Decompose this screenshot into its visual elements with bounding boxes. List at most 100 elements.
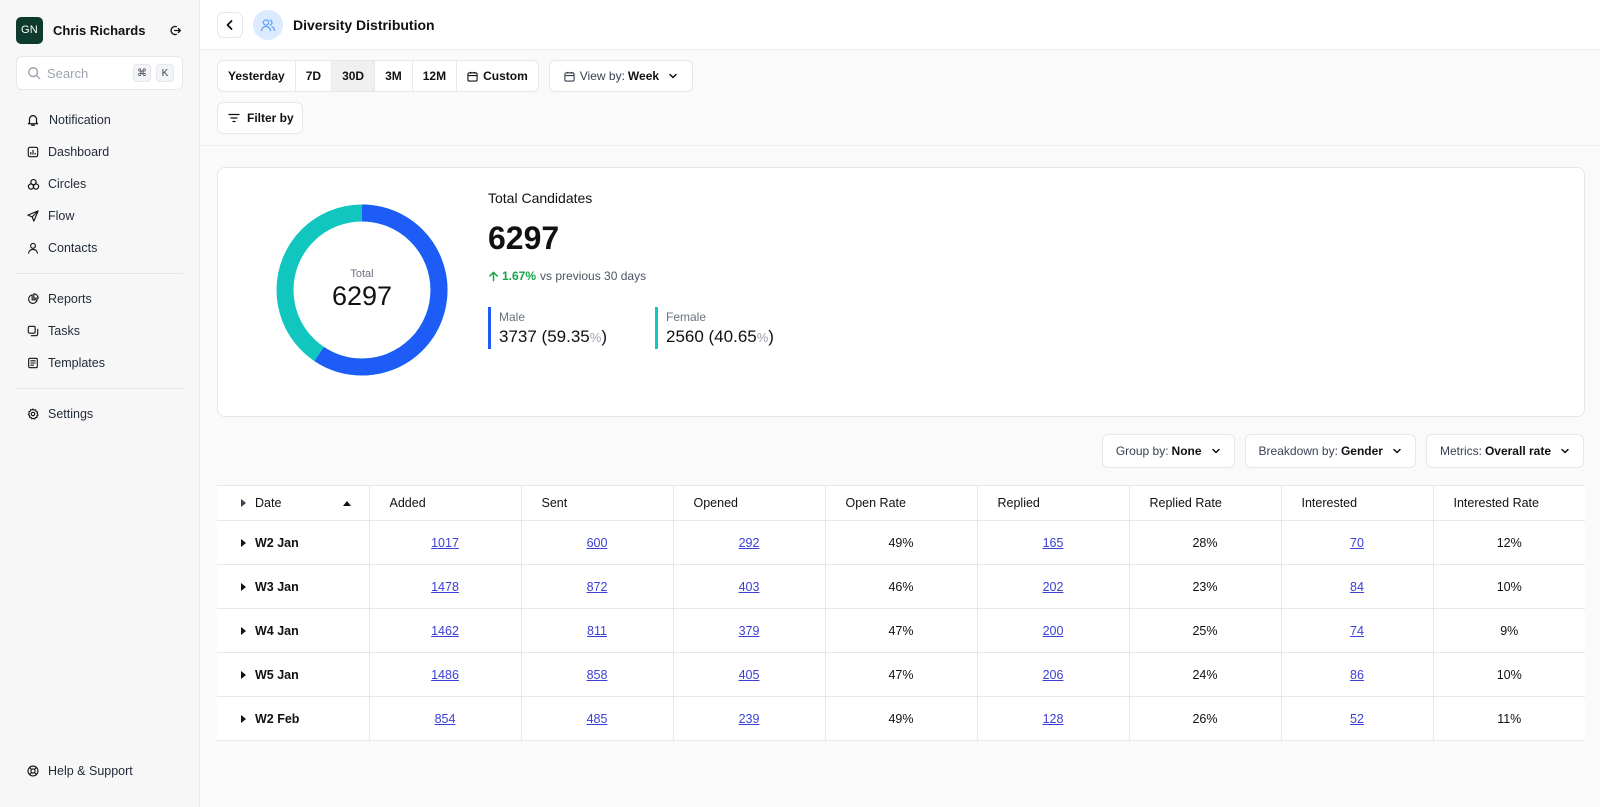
range-3m-button[interactable]: 3M — [375, 61, 413, 91]
sidebar-item-contacts[interactable]: Contacts — [16, 232, 183, 264]
opened-link[interactable]: 239 — [739, 712, 760, 726]
arrow-up-icon — [488, 271, 499, 282]
row-date-cell[interactable]: W2 Feb — [217, 696, 370, 741]
metrics-label: Metrics: — [1439, 444, 1482, 458]
replied-link[interactable]: 200 — [1043, 624, 1064, 638]
search-input[interactable]: Search ⌘ K — [16, 56, 183, 90]
interested-link[interactable]: 86 — [1350, 668, 1364, 682]
avatar[interactable]: GN — [16, 16, 43, 44]
sidebar-item-circles[interactable]: Circles — [16, 168, 183, 200]
row-date-cell[interactable]: W4 Jan — [217, 608, 370, 653]
back-button[interactable] — [217, 11, 243, 38]
range-30d-button[interactable]: 30D — [332, 61, 376, 91]
group-by-dropdown[interactable]: Group by: None — [1101, 434, 1235, 468]
percent-sign: % — [589, 329, 602, 345]
male-count: 3737 (59.35 — [499, 326, 590, 346]
column-header-open-rate[interactable]: Open Rate — [825, 485, 978, 521]
filter-button[interactable]: Filter by — [217, 102, 303, 134]
table-row: W4 Jan 1462 811 379 47% 200 25% 74 9% — [217, 608, 1585, 653]
row-date-cell[interactable]: W3 Jan — [217, 564, 370, 609]
sent-link[interactable]: 600 — [587, 536, 608, 550]
view-by-value: Week — [627, 69, 660, 83]
k-key: K — [156, 64, 174, 82]
replied-link[interactable]: 128 — [1043, 712, 1064, 726]
column-header-date[interactable]: Date — [217, 485, 370, 521]
sidebar-item-notification[interactable]: Notification — [16, 104, 183, 136]
sidebar-item-label: Templates — [48, 356, 105, 370]
column-header-replied-rate[interactable]: Replied Rate — [1129, 485, 1282, 521]
interested-link[interactable]: 52 — [1350, 712, 1364, 726]
column-header-opened[interactable]: Opened — [673, 485, 826, 521]
replied-link[interactable]: 165 — [1043, 536, 1064, 550]
interested-link[interactable]: 74 — [1350, 624, 1364, 638]
sent-link[interactable]: 485 — [587, 712, 608, 726]
sidebar-item-flow[interactable]: Flow — [16, 200, 183, 232]
added-link[interactable]: 1486 — [431, 668, 459, 682]
circles-icon — [26, 177, 40, 191]
interested-link[interactable]: 70 — [1350, 536, 1364, 550]
opened-link[interactable]: 292 — [739, 536, 760, 550]
replied-link[interactable]: 202 — [1043, 580, 1064, 594]
sent-link[interactable]: 858 — [587, 668, 608, 682]
table-row: W2 Jan 1017 600 292 49% 165 28% 70 12% — [217, 520, 1585, 565]
opened-link[interactable]: 405 — [739, 668, 760, 682]
range-yesterday-button[interactable]: Yesterday — [218, 61, 296, 91]
help-support-link[interactable]: Help & Support — [16, 755, 133, 787]
column-header-interested[interactable]: Interested — [1281, 485, 1434, 521]
opened-cell: 379 — [673, 608, 826, 653]
chevron-down-icon — [1211, 446, 1221, 456]
column-header-replied[interactable]: Replied — [977, 485, 1130, 521]
pie-chart-icon — [26, 292, 40, 306]
user-icon — [26, 241, 40, 255]
column-header-interested-rate[interactable]: Interested Rate — [1433, 485, 1585, 521]
tasks-icon — [26, 324, 40, 338]
added-link[interactable]: 1462 — [431, 624, 459, 638]
chevron-down-icon — [1560, 446, 1570, 456]
row-date-cell[interactable]: W2 Jan — [217, 520, 370, 565]
column-header-sent[interactable]: Sent — [521, 485, 674, 521]
open-rate-cell: 47% — [825, 652, 978, 697]
range-7d-button[interactable]: 7D — [296, 61, 333, 91]
replied-rate-cell: 24% — [1129, 652, 1282, 697]
expand-row-icon[interactable] — [241, 538, 246, 547]
replied-cell: 200 — [977, 608, 1130, 653]
sidebar-item-tasks[interactable]: Tasks — [16, 315, 183, 347]
expand-row-icon[interactable] — [241, 714, 246, 723]
sidebar-item-reports[interactable]: Reports — [16, 283, 183, 315]
interested-cell: 84 — [1281, 564, 1434, 609]
column-header-added[interactable]: Added — [369, 485, 522, 521]
expand-row-icon[interactable] — [241, 626, 246, 635]
metrics-dropdown[interactable]: Metrics: Overall rate — [1425, 434, 1584, 468]
group-by-value: None — [1171, 444, 1202, 458]
filter-row: Filter by — [200, 92, 1600, 134]
sent-link[interactable]: 811 — [587, 624, 607, 638]
sidebar-item-templates[interactable]: Templates — [16, 347, 183, 379]
expand-row-icon[interactable] — [241, 582, 246, 591]
replied-link[interactable]: 206 — [1043, 668, 1064, 682]
sent-cell: 811 — [521, 608, 674, 653]
interested-rate-cell: 11% — [1433, 696, 1585, 741]
sort-ascending-icon[interactable] — [342, 500, 351, 506]
expand-row-icon[interactable] — [241, 670, 246, 679]
calendar-icon — [467, 71, 478, 82]
sidebar-item-settings[interactable]: Settings — [16, 398, 183, 430]
added-link[interactable]: 1478 — [431, 580, 459, 594]
logout-icon[interactable] — [167, 22, 183, 38]
row-date-cell[interactable]: W5 Jan — [217, 652, 370, 697]
expand-all-icon[interactable] — [241, 499, 246, 507]
interested-rate-cell: 10% — [1433, 652, 1585, 697]
range-12m-button[interactable]: 12M — [413, 61, 458, 91]
sidebar-item-label: Tasks — [48, 324, 80, 338]
opened-link[interactable]: 403 — [739, 580, 760, 594]
added-link[interactable]: 1017 — [431, 536, 459, 550]
view-by-dropdown[interactable]: View by: Week — [548, 60, 694, 92]
breakdown-by-dropdown[interactable]: Breakdown by: Gender — [1244, 434, 1416, 468]
added-link[interactable]: 854 — [435, 712, 456, 726]
opened-link[interactable]: 379 — [739, 624, 760, 638]
help-label: Help & Support — [48, 764, 133, 778]
interested-link[interactable]: 84 — [1350, 580, 1364, 594]
range-custom-button[interactable]: Custom — [457, 61, 538, 91]
sent-link[interactable]: 872 — [587, 580, 608, 594]
sidebar-item-dashboard[interactable]: Dashboard — [16, 136, 183, 168]
open-rate-cell: 46% — [825, 564, 978, 609]
